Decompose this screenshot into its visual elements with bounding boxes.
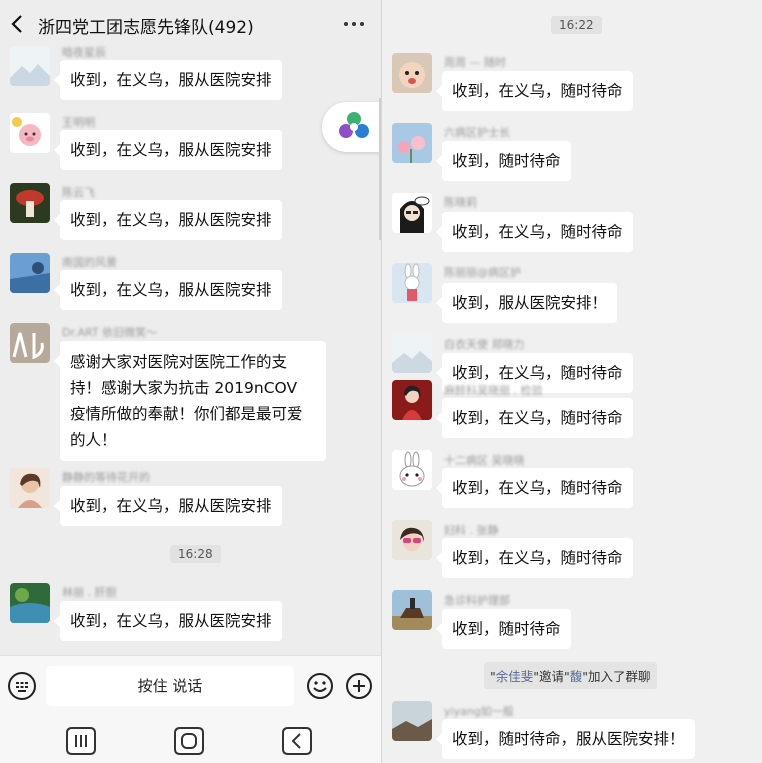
chat-title: 浙四党工团志愿先锋队(492) — [38, 18, 254, 38]
home-nav-icon[interactable] — [172, 725, 206, 757]
invitee-link[interactable]: 馥 — [570, 669, 583, 684]
sender-name: yiyang如一般 — [444, 705, 514, 718]
message-bubble[interactable]: 收到，在义乌，服从医院安排 — [54, 486, 282, 526]
avatar[interactable] — [10, 468, 50, 508]
message-bubble[interactable]: 收到，随时待命，服从医院安排！ — [436, 719, 695, 759]
menu-nav-icon[interactable] — [64, 725, 98, 757]
avatar[interactable] — [10, 253, 50, 293]
avatar[interactable] — [392, 123, 432, 163]
message-bubble[interactable]: 收到，在义乌，随时待命 — [436, 468, 633, 508]
sender-name: 陈晓莉 — [444, 196, 477, 209]
avatar[interactable] — [10, 583, 50, 623]
sender-name: 陈云飞 — [62, 186, 95, 199]
avatar[interactable] — [392, 590, 432, 630]
sender-name: 六病区护士长 — [444, 126, 510, 139]
sender-name: 王明明 — [62, 116, 95, 129]
sender-name: 静静的等待花开的 — [62, 471, 150, 484]
message-bubble[interactable]: 感谢大家对医院对医院工作的支持！感谢大家为抗击 2019nCOV 疫情所做的奉献… — [54, 341, 326, 461]
avatar[interactable] — [392, 380, 432, 420]
sender-name: 十二病区 吴晓晓 — [444, 454, 525, 467]
chat-panel-left: 浙四党工团志愿先锋队(492) 暗夜星辰 收到，在义乌，服从医院安排 王明明 收… — [0, 0, 381, 763]
avatar[interactable] — [392, 193, 432, 233]
message-bubble[interactable]: 收到，在义乌，服从医院安排 — [54, 601, 282, 641]
chat-panel-right: 16:22 周周 — 随时 收到，在义乌，随时待命 六病区护士长 收到，随时待命… — [381, 0, 762, 763]
message-bubble[interactable]: 收到，在义乌，服从医院安排 — [54, 270, 282, 310]
avatar[interactable] — [392, 53, 432, 93]
message-bubble[interactable]: 收到，在义乌，服从医院安排 — [54, 200, 282, 240]
avatar[interactable] — [10, 46, 50, 86]
message-bubble[interactable]: 收到，在义乌，随时待命 — [436, 212, 633, 252]
timestamp: 16:22 — [551, 16, 602, 34]
timestamp: 16:28 — [170, 545, 221, 563]
plus-icon[interactable] — [345, 672, 373, 700]
hold-to-talk-button[interactable]: 按住 说话 — [46, 666, 294, 706]
assistant-float-button[interactable] — [322, 102, 381, 152]
chat-header: 浙四党工团志愿先锋队(492) — [0, 0, 381, 48]
avatar[interactable] — [392, 333, 432, 373]
sender-name: 麻醉科吴晓丽 . 检验 — [444, 384, 543, 397]
message-bubble[interactable]: 收到，在义乌，服从医院安排 — [54, 130, 282, 170]
sender-name: 周周 — 随时 — [444, 56, 506, 69]
input-bar: 按住 说话 — [0, 655, 381, 719]
emoji-icon[interactable] — [306, 672, 334, 700]
message-bubble[interactable]: 收到，服从医院安排！ — [435, 283, 618, 323]
avatar[interactable] — [392, 450, 432, 490]
sender-name: 林丽 . 肝胆 — [62, 586, 117, 599]
avatar[interactable] — [10, 113, 50, 153]
message-bubble[interactable]: 收到，随时待命 — [436, 141, 571, 181]
message-bubble[interactable]: 收到，在义乌，随时待命 — [436, 71, 633, 111]
sender-name: 白衣天使 郑晓力 — [444, 338, 525, 351]
system-join-notice: "余佳斐"邀请"馥"加入了群聊 — [484, 662, 657, 689]
sender-name: Dr.ART 依旧微笑～ — [62, 326, 158, 339]
sender-name: 暗夜星辰 — [62, 46, 106, 59]
back-icon[interactable] — [10, 14, 26, 34]
sender-name: 急诊科护理部 — [444, 594, 510, 607]
avatar[interactable] — [10, 323, 50, 363]
sender-name: 妇科 . 张静 — [444, 524, 499, 537]
message-bubble[interactable]: 收到，随时待命 — [436, 609, 571, 649]
avatar[interactable] — [392, 701, 432, 741]
back-nav-icon[interactable] — [280, 725, 314, 757]
avatar[interactable] — [392, 263, 432, 303]
message-bubble[interactable]: 收到，在义乌，随时待命 — [436, 538, 633, 578]
avatar[interactable] — [10, 183, 50, 223]
avatar[interactable] — [392, 520, 432, 560]
sender-name: 陈丽丽@病区护 — [444, 266, 521, 279]
system-nav-bar — [0, 719, 381, 763]
inviter-link[interactable]: 余佳斐 — [496, 669, 534, 684]
message-bubble[interactable]: 收到，在义乌，服从医院安排 — [54, 60, 282, 100]
keyboard-icon[interactable] — [8, 672, 36, 700]
more-icon[interactable] — [344, 22, 368, 28]
sender-name: 南国的风景 — [62, 256, 117, 269]
message-bubble[interactable]: 收到，在义乌，随时待命 — [436, 398, 633, 438]
assistant-float-icon — [339, 112, 369, 138]
